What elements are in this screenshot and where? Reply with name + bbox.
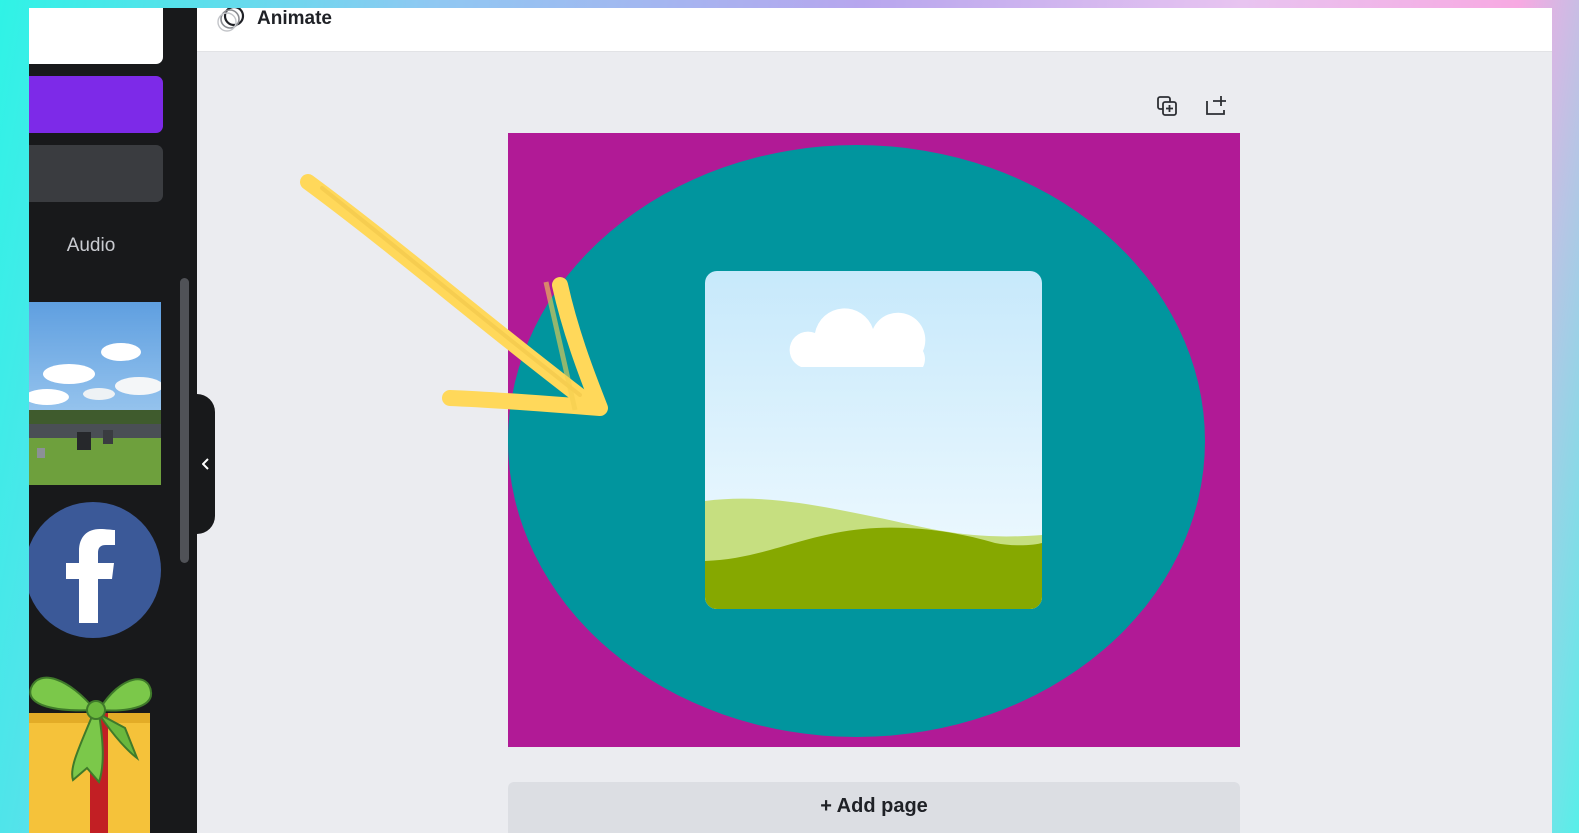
add-page-button[interactable]: + Add page bbox=[508, 782, 1240, 833]
panel-scrollbar[interactable] bbox=[180, 278, 189, 563]
panel-button-white[interactable] bbox=[29, 8, 163, 64]
left-panel: Audio bbox=[29, 8, 197, 833]
chevron-left-icon bbox=[202, 458, 209, 470]
add-page-icon[interactable] bbox=[1204, 94, 1228, 118]
panel-button-primary[interactable] bbox=[29, 76, 163, 133]
design-canvas[interactable] bbox=[508, 133, 1240, 747]
app-window: Audio Animate + Add page bbox=[29, 8, 1552, 833]
duplicate-page-icon[interactable] bbox=[1155, 94, 1179, 118]
photo-thumbnail[interactable] bbox=[29, 302, 161, 485]
page-actions bbox=[1155, 94, 1228, 118]
image-placeholder[interactable] bbox=[705, 271, 1042, 609]
editor-toolbar: Animate bbox=[197, 8, 1552, 52]
collapse-panel-button[interactable] bbox=[197, 394, 215, 534]
animate-icon bbox=[217, 8, 245, 32]
annotation-arrow-icon bbox=[300, 174, 608, 416]
animate-button[interactable]: Animate bbox=[217, 8, 332, 32]
facebook-icon[interactable] bbox=[29, 501, 162, 639]
landscape-placeholder-icon bbox=[705, 271, 1042, 609]
panel-button-secondary[interactable] bbox=[29, 145, 163, 202]
audio-section-label: Audio bbox=[66, 235, 116, 256]
gift-icon[interactable] bbox=[29, 668, 154, 833]
animate-label: Animate bbox=[257, 8, 332, 29]
